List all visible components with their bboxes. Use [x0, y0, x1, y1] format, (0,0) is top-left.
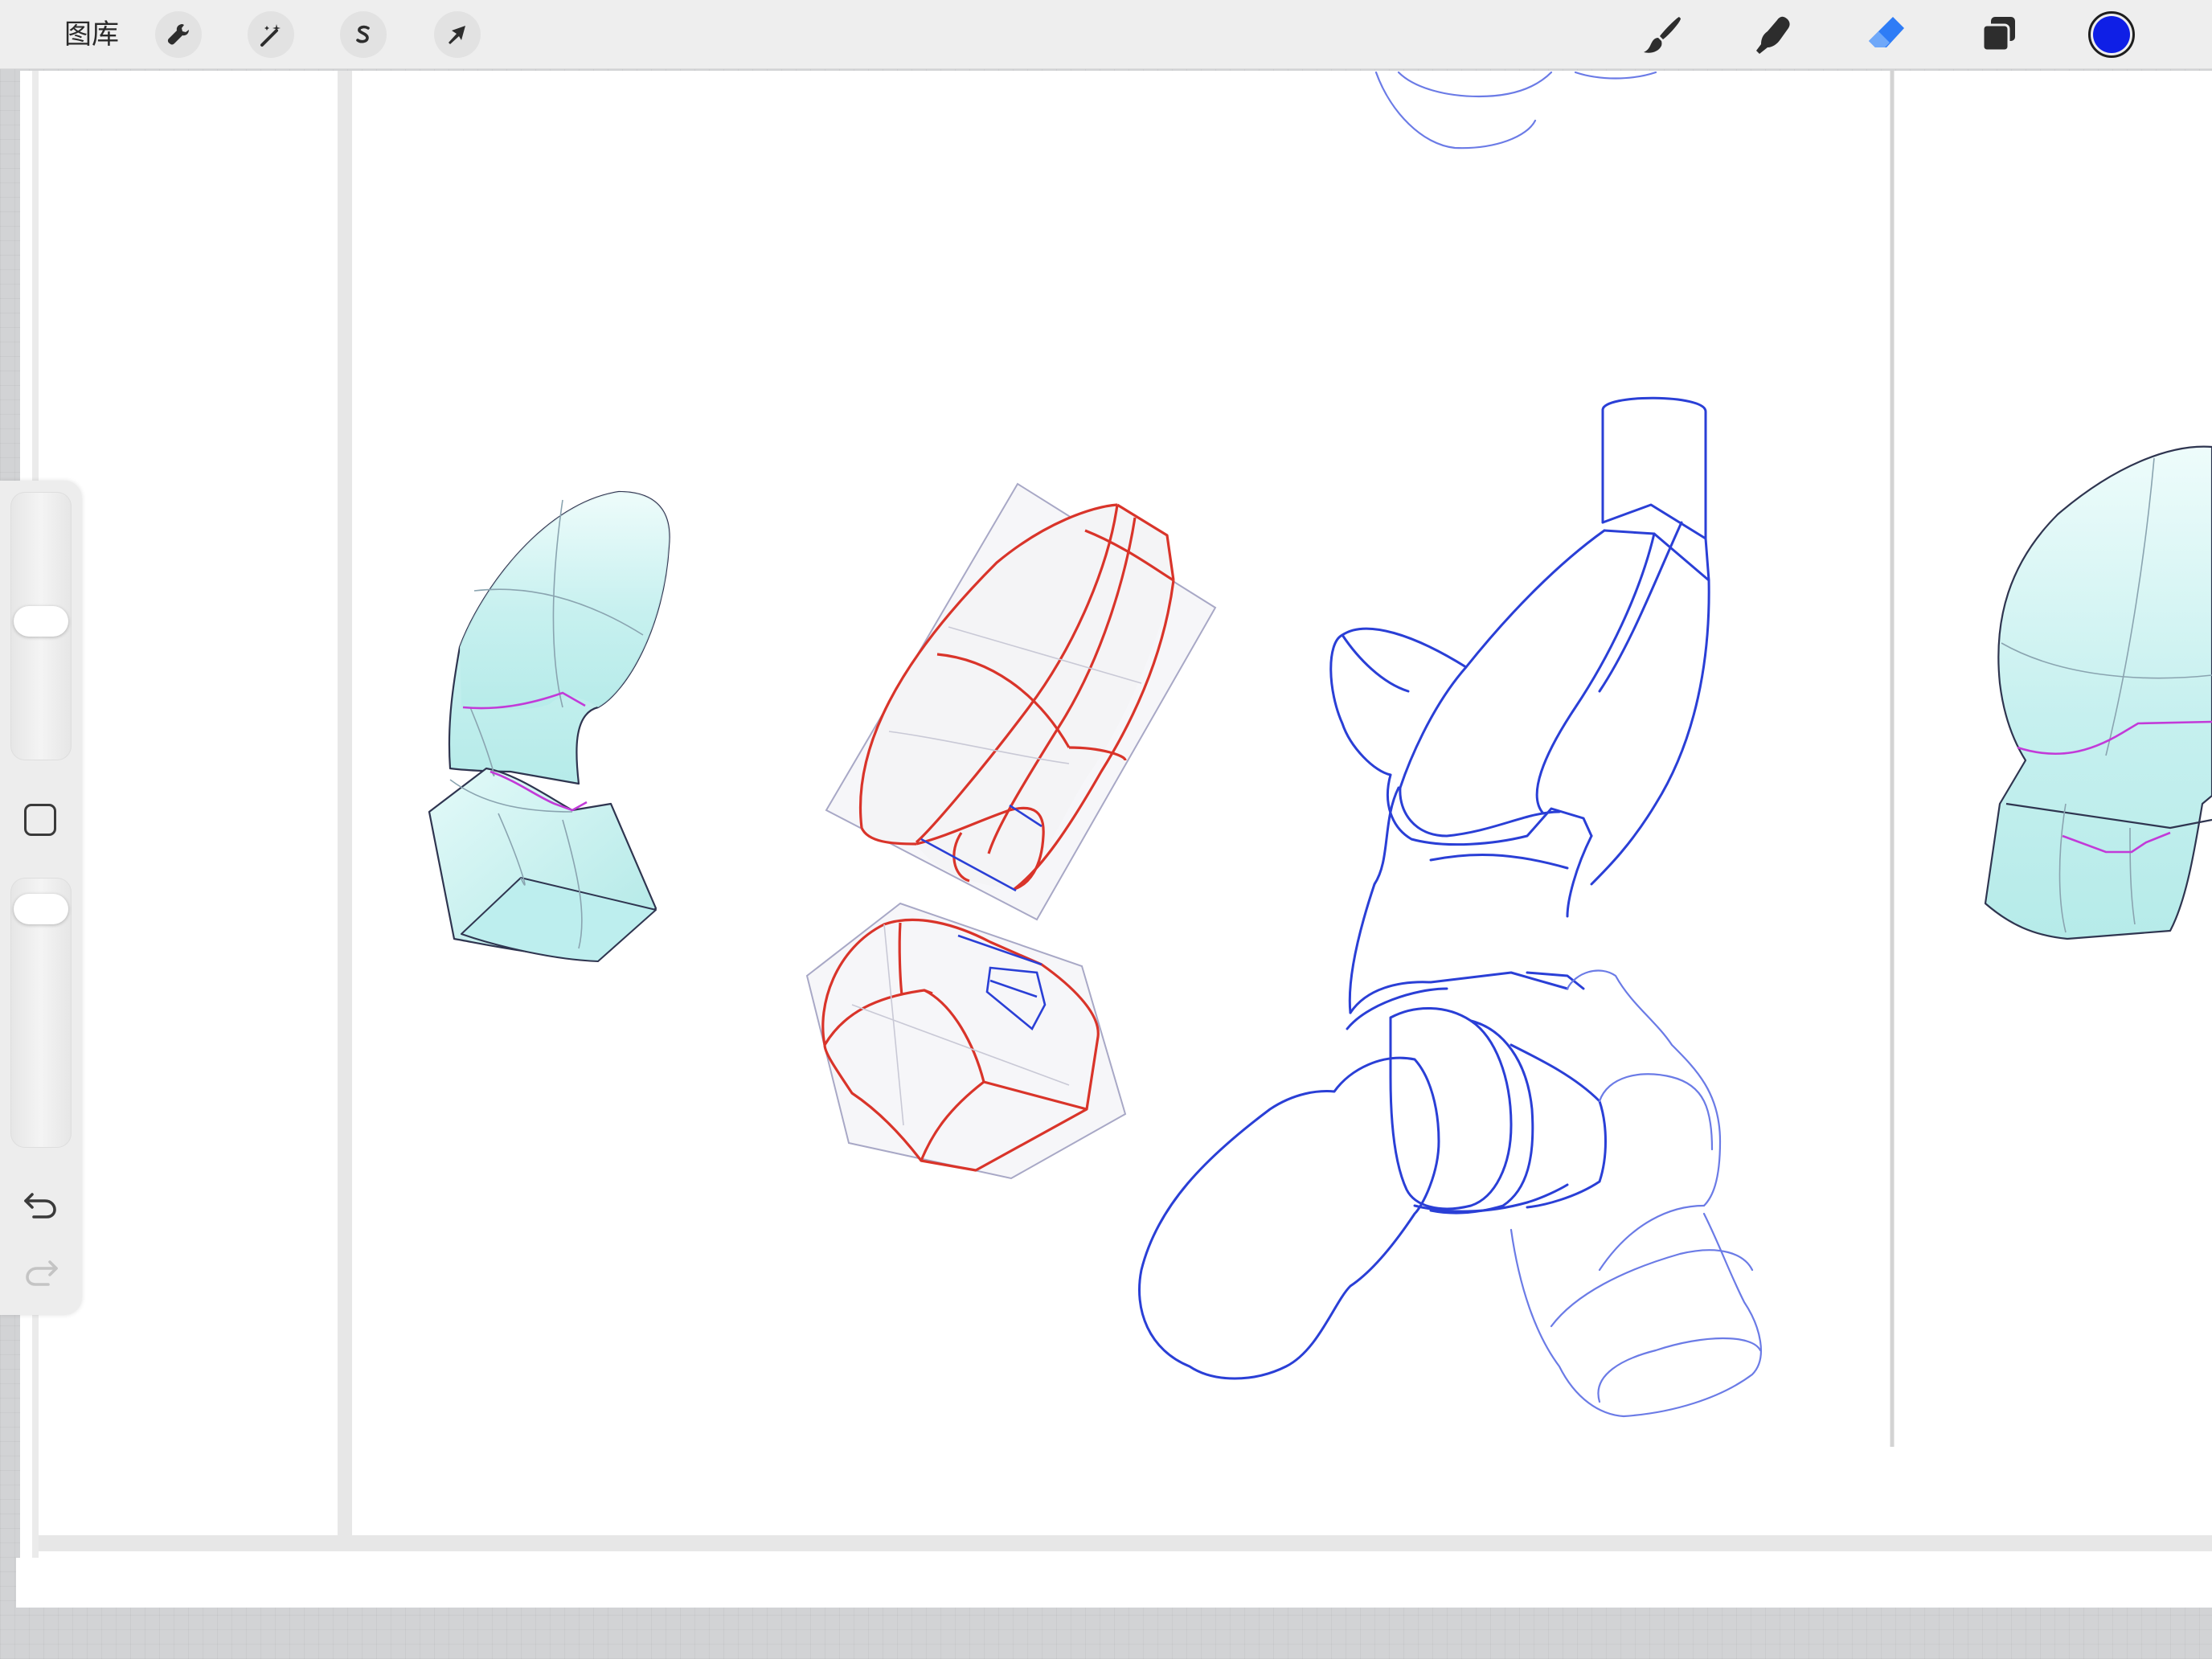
magic-wand-icon	[260, 24, 281, 47]
current-color-swatch	[2093, 16, 2130, 53]
transform-button[interactable]	[434, 11, 481, 58]
smudge-button[interactable]	[1749, 10, 1799, 59]
eraser-button[interactable]	[1862, 10, 1911, 59]
modify-button[interactable]	[24, 804, 56, 836]
selection-s-icon	[356, 25, 370, 43]
top-toolbar: 图库	[0, 0, 2212, 69]
wrench-icon	[167, 24, 189, 45]
left-sidebar	[0, 481, 82, 1315]
brush-button[interactable]	[1638, 10, 1688, 59]
eraser-icon	[1869, 17, 1904, 47]
selection-button[interactable]	[340, 11, 387, 58]
layers-button[interactable]	[1974, 10, 2024, 59]
opacity-slider[interactable]	[10, 878, 72, 1148]
layers-icon	[1981, 17, 2015, 52]
actions-button[interactable]	[155, 11, 202, 58]
blue-figure-sketch	[1138, 396, 1710, 1380]
brush-size-thumb[interactable]	[14, 606, 68, 637]
artwork-layer[interactable]	[0, 0, 2212, 1659]
arrow-cursor-icon	[449, 26, 465, 44]
blue-figure-light-lines	[1374, 71, 1762, 1418]
red-upper-construction	[825, 482, 1217, 921]
brush-icon	[1644, 17, 1681, 53]
color-picker-button[interactable]	[2088, 11, 2135, 58]
redo-button[interactable]	[21, 1252, 61, 1292]
adjustments-button[interactable]	[248, 11, 294, 58]
gallery-button[interactable]: 图库	[64, 16, 119, 53]
redo-arrow-icon	[26, 1260, 58, 1286]
red-lower-construction	[805, 902, 1127, 1180]
smudge-finger-icon	[1756, 16, 1790, 55]
procreate-app: 图库	[0, 0, 2212, 1659]
opacity-thumb[interactable]	[14, 894, 68, 925]
undo-arrow-icon	[24, 1193, 56, 1219]
undo-button[interactable]	[21, 1185, 61, 1225]
brush-size-slider[interactable]	[10, 492, 72, 760]
canvas-guides	[32, 71, 2212, 1558]
cyan-arm-sketch	[428, 490, 670, 962]
cyan-right-sketch	[1984, 445, 2212, 940]
